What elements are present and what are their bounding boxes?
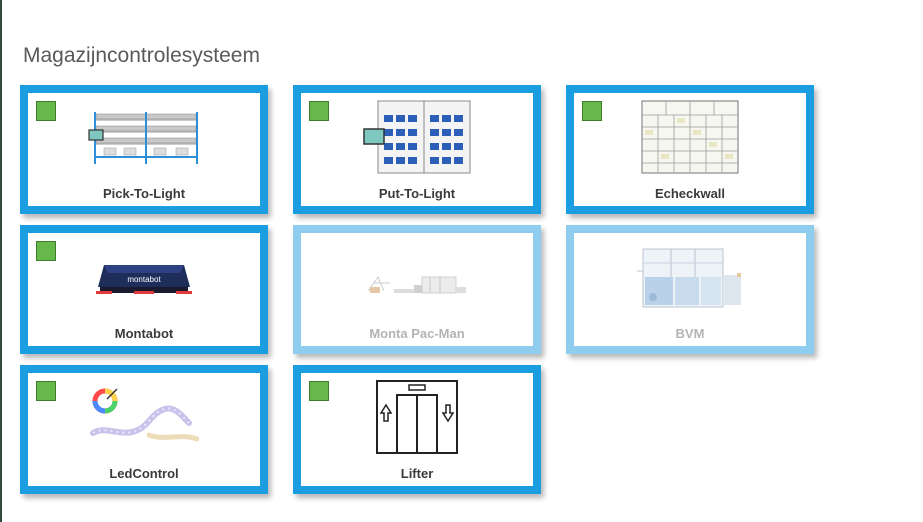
status-indicator [36,381,56,401]
tile-label: BVM [675,326,705,341]
status-indicator [309,101,329,121]
tile-label: Lifter [400,466,434,481]
tile-echeckwall[interactable]: Echeckwall [566,85,814,214]
window-left-edge [0,0,2,522]
pick-to-light-shelving-icon [88,112,198,164]
tile-label: Echeckwall [654,186,726,201]
tile-monta-pac-man[interactable]: Monta Pac-Man [293,225,541,354]
tile-bvm[interactable]: BVM [566,225,814,354]
tile-montabot[interactable]: montabot Montabot [20,225,268,354]
pac-man-conveyor-icon [367,275,466,294]
status-indicator [309,381,329,401]
tile-label: Put-To-Light [378,186,456,201]
status-indicator [582,101,602,121]
tile-label: Pick-To-Light [102,186,186,201]
bvm-machine-icon [637,248,741,308]
tile-lifter[interactable]: Lifter [293,365,541,494]
echeckwall-grid-icon [641,100,739,174]
montabot-logo-text: montabot [127,275,161,284]
elevator-icon [376,380,458,454]
led-strip-icon [90,388,199,442]
tile-label: Monta Pac-Man [369,326,465,341]
page-title: Magazijncontrolesysteem [23,44,260,67]
tile-pick-to-light[interactable]: Pick-To-Light [20,85,268,214]
montabot-robot-icon: montabot [96,265,192,294]
put-to-light-bins-icon [363,100,471,174]
tile-put-to-light[interactable]: Put-To-Light [293,85,541,214]
status-indicator [36,101,56,121]
tile-ledcontrol[interactable]: LedControl [20,365,268,494]
tile-label: Montabot [114,326,174,341]
tile-label: LedControl [109,466,179,481]
status-indicator [36,241,56,261]
